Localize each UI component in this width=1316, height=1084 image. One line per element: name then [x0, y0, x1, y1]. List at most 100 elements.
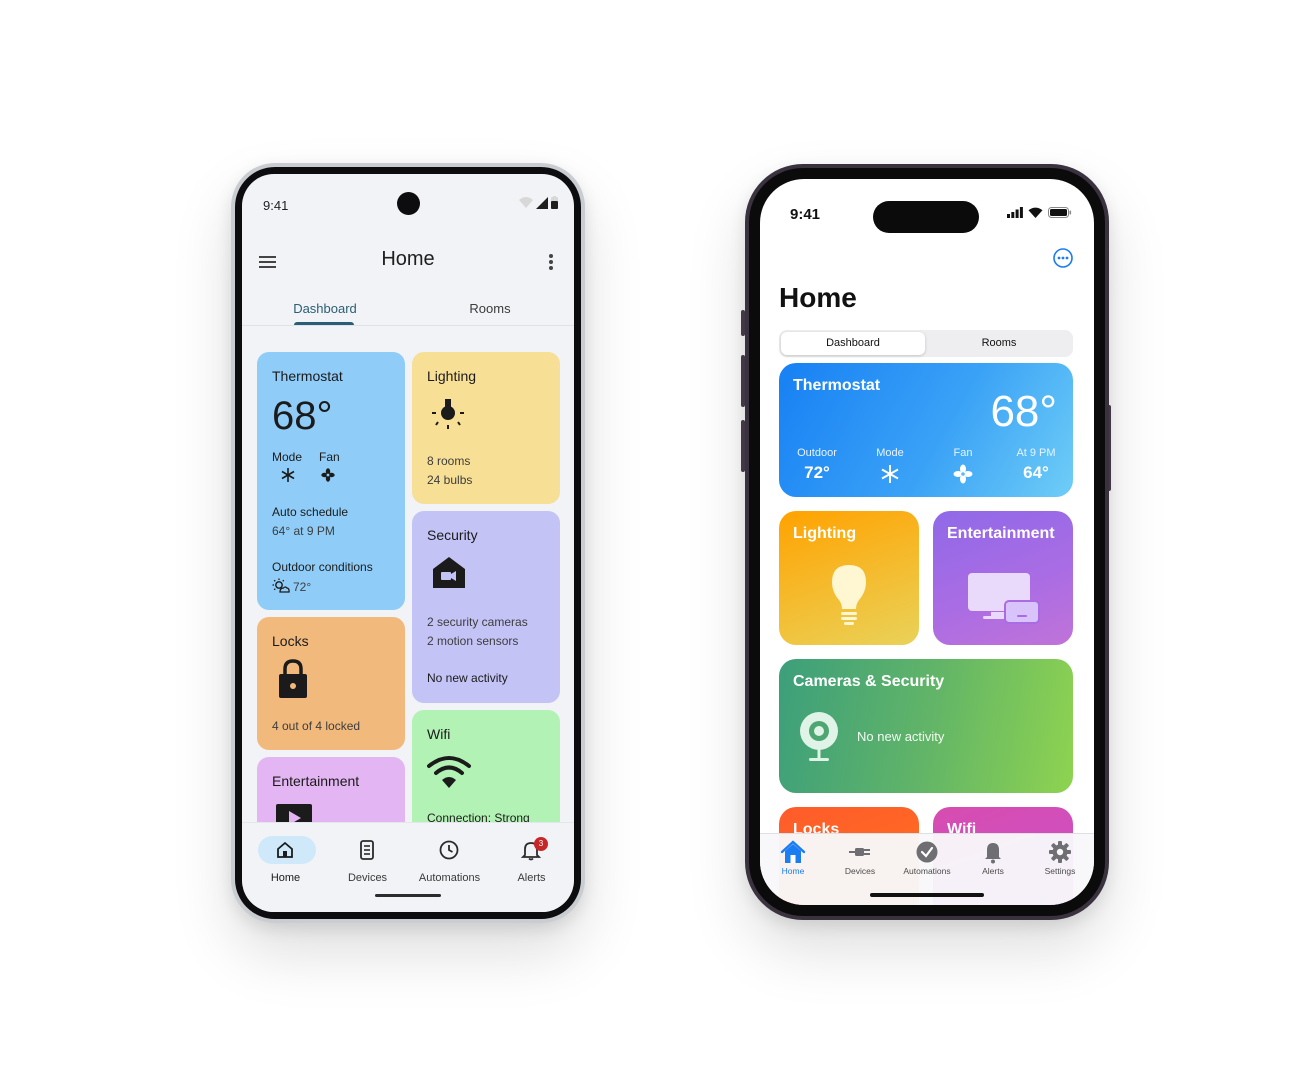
tab-devices[interactable]: Devices [827, 836, 893, 882]
locks-card[interactable]: Locks 4 out of 4 locked [257, 617, 405, 750]
more-vert-icon[interactable] [546, 252, 556, 272]
tab-automations[interactable]: Automations [894, 836, 960, 882]
schedule-title: Auto schedule [272, 505, 349, 519]
tab-rooms[interactable]: Rooms [430, 301, 550, 316]
more-options-icon[interactable] [1052, 247, 1074, 269]
bell-icon [985, 843, 1001, 864]
ios-schedule-value: 64° [1023, 463, 1049, 482]
nav-devices[interactable]: Devices [326, 823, 409, 893]
ios-cameras-card[interactable]: Cameras & Security No new activity [779, 659, 1073, 793]
partly-sunny-icon [272, 578, 290, 593]
status-icons [519, 196, 558, 209]
nav-automations[interactable]: Automations [408, 823, 491, 893]
entertainment-title: Entertainment [272, 773, 360, 789]
fan-label: Fan [319, 450, 340, 464]
plug-icon [849, 848, 870, 856]
ios-status-icons [1007, 207, 1072, 218]
dynamic-island [873, 201, 979, 233]
tab-bar: Dashboard Rooms [242, 286, 574, 326]
ios-thermostat-temp: 68° [990, 387, 1057, 436]
nav-alerts[interactable]: 3 Alerts [490, 823, 573, 893]
android-screen: 9:41 Home Dashboard Rooms Thermostat 68°… [242, 174, 574, 912]
page-title: Home [381, 248, 435, 270]
mode-label: Mode [272, 450, 303, 464]
tab-settings[interactable]: Settings [1027, 836, 1093, 882]
status-time: 9:41 [263, 198, 289, 213]
tab-dashboard[interactable]: Dashboard [265, 301, 385, 316]
thermostat-card[interactable]: Thermostat 68° Mode Fan Auto schedule 64… [257, 352, 405, 610]
segmented-control: Dashboard Rooms [779, 330, 1073, 357]
wifi-icon [427, 756, 471, 788]
lock-icon [279, 659, 307, 698]
locks-status: 4 out of 4 locked [272, 719, 361, 733]
nav-home[interactable]: Home [244, 823, 327, 893]
thermostat-title: Thermostat [272, 368, 343, 384]
wifi-status-icon [1028, 207, 1043, 218]
bulb-icon [432, 399, 464, 429]
security-activity: No new activity [427, 671, 508, 685]
ios-schedule-label: At 9 PM [1016, 447, 1056, 459]
nav-automations-label: Automations [418, 872, 481, 884]
tab-home[interactable]: Home [760, 836, 826, 882]
alerts-badge: 3 [534, 837, 548, 851]
security-card[interactable]: Security 2 security cameras 2 motion sen… [412, 511, 560, 703]
house-icon [780, 840, 806, 863]
page-title: Home [779, 282, 857, 313]
top-app-bar: Home [242, 222, 574, 284]
segment-dashboard[interactable]: Dashboard [781, 332, 925, 355]
segment-rooms[interactable]: Rooms [927, 332, 1071, 355]
clock-icon [439, 840, 459, 860]
outdoor-value: 72° [293, 580, 312, 594]
nav-alerts-label: Alerts [517, 872, 546, 884]
home-icon [277, 841, 293, 858]
lighting-card[interactable]: Lighting 8 rooms 24 bulbs [412, 352, 560, 504]
tab-home-label: Home [781, 866, 805, 876]
android-status-bar: 9:41 [242, 174, 574, 222]
tab-indicator [294, 322, 354, 325]
ios-entertainment-card[interactable]: Entertainment [933, 511, 1073, 645]
ios-cameras-activity: No new activity [857, 729, 945, 744]
ios-cameras-title: Cameras & Security [793, 673, 945, 690]
outdoor-title: Outdoor conditions [272, 560, 373, 574]
clock-icon [916, 841, 938, 863]
schedule-value: 64° at 9 PM [272, 524, 335, 538]
security-cameras: 2 security cameras [427, 615, 528, 629]
nav-devices-label: Devices [347, 872, 388, 884]
home-indicator [870, 893, 984, 897]
ios-thermostat-title: Thermostat [793, 377, 881, 394]
front-camera [397, 192, 420, 215]
security-sensors: 2 motion sensors [427, 634, 519, 648]
ios-lighting-title: Lighting [793, 525, 857, 542]
tv-devices-icon [968, 573, 1040, 624]
snowflake-icon [281, 468, 295, 482]
snowflake-icon [881, 465, 899, 483]
fan-icon [321, 468, 335, 482]
ios-fan-label: Fan [953, 447, 973, 459]
gear-icon [1049, 841, 1071, 863]
lighting-bulbs: 24 bulbs [427, 473, 473, 487]
iphone-frame: 9:41 Home Dashboard Rooms Thermostat 68°… [745, 164, 1109, 920]
ios-outdoor-label: Outdoor [797, 447, 837, 459]
tab-alerts[interactable]: Alerts [960, 836, 1026, 882]
tab-automations-label: Automations [903, 866, 951, 876]
ios-mode-label: Mode [876, 447, 904, 459]
locks-title: Locks [272, 633, 309, 649]
cellular-icon [1007, 207, 1023, 218]
wifi-title: Wifi [427, 726, 451, 742]
lightbulb-icon [832, 565, 866, 625]
security-title: Security [427, 527, 478, 543]
gesture-bar [375, 894, 441, 897]
ios-entertainment-title: Entertainment [947, 525, 1055, 542]
devices-icon [360, 840, 374, 860]
fan-icon [953, 464, 973, 484]
wifi-status-icon [519, 197, 533, 208]
lighting-rooms: 8 rooms [427, 454, 471, 468]
iphone-screen: 9:41 Home Dashboard Rooms Thermostat 68°… [760, 179, 1094, 905]
ios-lighting-card[interactable]: Lighting [779, 511, 919, 645]
webcam-icon [800, 712, 838, 761]
home-camera-icon [433, 557, 465, 588]
ios-status-time: 9:41 [790, 206, 821, 223]
battery-icon [551, 196, 558, 209]
ios-outdoor-value: 72° [804, 463, 830, 482]
ios-thermostat-card[interactable]: Thermostat 68° Outdoor 72° Mode Fan At 9… [779, 363, 1073, 497]
